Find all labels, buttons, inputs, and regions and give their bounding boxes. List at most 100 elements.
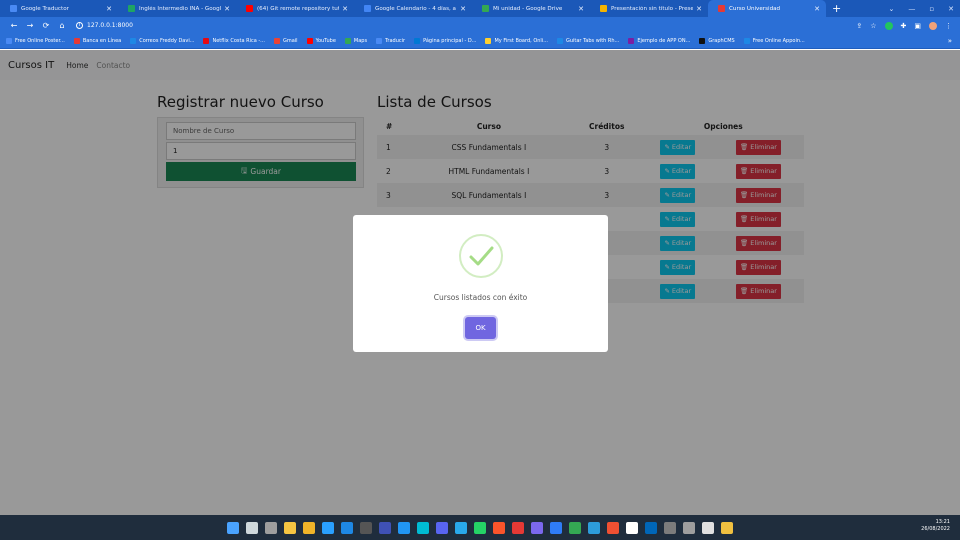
browser-tab[interactable]: Curso Universidad ✕ bbox=[708, 0, 826, 17]
bookmark-label: Guitar Tabs with Rh... bbox=[565, 38, 620, 44]
taskbar-app-icon[interactable] bbox=[379, 521, 391, 534]
restore-icon[interactable]: ▫ bbox=[929, 5, 934, 13]
bookmark-item[interactable]: Traducir bbox=[376, 38, 405, 44]
taskbar-app-icon[interactable] bbox=[531, 521, 543, 534]
address-bar[interactable]: i 127.0.0.1:8000 bbox=[76, 22, 133, 29]
bookmark-item[interactable]: Página principal - D... bbox=[414, 38, 476, 44]
taskbar-app-icon[interactable] bbox=[702, 521, 714, 534]
taskbar-app-icon[interactable] bbox=[645, 521, 657, 534]
tab-close-icon[interactable]: ✕ bbox=[224, 5, 230, 13]
ok-button[interactable]: OK bbox=[465, 317, 496, 339]
browser-toolbar: ← → ⟳ ⌂ i 127.0.0.1:8000 bbox=[0, 17, 960, 34]
browser-tab[interactable]: Mi unidad - Google Drive ✕ bbox=[472, 0, 590, 17]
taskbar-app-icon[interactable] bbox=[550, 521, 562, 534]
taskbar-app-icon[interactable] bbox=[284, 521, 296, 534]
bookmark-item[interactable]: YouTube bbox=[306, 38, 336, 44]
taskbar-app-icon[interactable] bbox=[664, 521, 676, 534]
tab-favicon-icon bbox=[718, 5, 725, 12]
bookmark-label: Maps bbox=[353, 38, 368, 44]
taskbar-app-icon[interactable] bbox=[721, 521, 733, 534]
taskbar-app-icon[interactable] bbox=[227, 521, 239, 534]
bookmark-item[interactable]: Netflix Costa Rica -... bbox=[203, 38, 265, 44]
forward-icon[interactable]: → bbox=[22, 21, 38, 30]
back-icon[interactable]: ← bbox=[6, 21, 22, 30]
bookmark-favicon-icon bbox=[556, 38, 563, 44]
reload-icon[interactable]: ⟳ bbox=[38, 21, 54, 30]
taskbar-app-icon[interactable] bbox=[246, 521, 258, 534]
taskbar-app-icon[interactable] bbox=[474, 521, 486, 534]
browser-tab[interactable]: (64) Git remote repository tutor ✕ bbox=[236, 0, 354, 17]
bookmark-favicon-icon bbox=[130, 38, 137, 44]
bookmark-label: Netflix Costa Rica -... bbox=[212, 38, 265, 44]
close-window-icon[interactable]: ✕ bbox=[948, 5, 954, 13]
bookmark-favicon-icon bbox=[6, 38, 12, 44]
browser-right-controls: ⇪ ☆ ✚ ▣ ⋮ bbox=[856, 17, 952, 34]
bookmark-favicon-icon bbox=[743, 38, 750, 44]
taskbar-app-icon[interactable] bbox=[341, 521, 353, 534]
tab-label: Curso Universidad bbox=[729, 5, 781, 12]
success-check-icon bbox=[459, 234, 503, 278]
taskbar-app-icon[interactable] bbox=[512, 521, 524, 534]
taskbar-app-icon[interactable] bbox=[265, 521, 277, 534]
share-icon[interactable]: ⇪ bbox=[856, 22, 862, 30]
taskbar-app-icon[interactable] bbox=[493, 521, 505, 534]
home-icon[interactable]: ⌂ bbox=[54, 21, 70, 30]
tab-close-icon[interactable]: ✕ bbox=[696, 5, 702, 13]
browser-tab[interactable]: Google Calendario - 4 días, a pa ✕ bbox=[354, 0, 472, 17]
bookmark-item[interactable]: GraphCMS bbox=[699, 38, 735, 44]
browser-tab[interactable]: Presentación sin título - Presen ✕ bbox=[590, 0, 708, 17]
browser-tab[interactable]: Inglés Intermedio INA - Google ✕ bbox=[118, 0, 236, 17]
bookmark-favicon-icon bbox=[414, 38, 421, 44]
bookmark-item[interactable]: Free Online Appoin... bbox=[743, 38, 805, 44]
taskbar-app-icon[interactable] bbox=[360, 521, 372, 534]
taskbar-app-icon[interactable] bbox=[607, 521, 619, 534]
bookmark-item[interactable]: Ejemplo de APP ON... bbox=[628, 38, 690, 44]
bookmark-item[interactable]: Guitar Tabs with Rh... bbox=[556, 38, 620, 44]
extension-icon[interactable] bbox=[884, 21, 893, 30]
bookmark-item[interactable]: Maps bbox=[344, 38, 368, 44]
clock-date: 26/08/2022 bbox=[921, 526, 950, 532]
taskbar-app-icon[interactable] bbox=[569, 521, 581, 534]
new-tab-button[interactable]: + bbox=[832, 2, 841, 15]
taskbar-app-icon[interactable] bbox=[398, 521, 410, 534]
bookmark-item[interactable]: Correos Freddy Davi... bbox=[130, 38, 194, 44]
bookmark-item[interactable]: Banca en Línea bbox=[73, 38, 121, 44]
bookmark-item[interactable]: My First Board, Onli... bbox=[485, 38, 548, 44]
profile-avatar[interactable] bbox=[929, 21, 937, 30]
bookmark-item[interactable]: Gmail bbox=[273, 38, 298, 44]
tab-close-icon[interactable]: ✕ bbox=[106, 5, 112, 13]
tab-favicon-icon bbox=[10, 5, 17, 12]
tab-close-icon[interactable]: ✕ bbox=[814, 5, 820, 13]
taskbar-app-icon[interactable] bbox=[436, 521, 448, 534]
taskbar-app-icon[interactable] bbox=[683, 521, 695, 534]
puzzle-icon[interactable]: ✚ bbox=[901, 22, 907, 30]
taskbar-app-icon[interactable] bbox=[626, 521, 638, 534]
bookmark-label: Correos Freddy Davi... bbox=[139, 38, 195, 44]
taskbar-app-icon[interactable] bbox=[455, 521, 467, 534]
taskbar-app-icon[interactable] bbox=[588, 521, 600, 534]
bookmarks-more-icon[interactable]: » bbox=[948, 37, 952, 45]
bookmark-star-icon[interactable]: ☆ bbox=[870, 22, 876, 30]
tab-search-icon[interactable]: ⌄ bbox=[889, 5, 895, 13]
tab-close-icon[interactable]: ✕ bbox=[460, 5, 466, 13]
tab-close-icon[interactable]: ✕ bbox=[342, 5, 348, 13]
bookmark-item[interactable]: Free Online Poster... bbox=[6, 38, 65, 44]
taskbar-clock[interactable]: 13:21 26/08/2022 bbox=[921, 519, 950, 533]
site-info-icon[interactable]: i bbox=[76, 22, 83, 29]
tab-favicon-icon bbox=[246, 5, 253, 12]
tab-label: (64) Git remote repository tutor bbox=[257, 5, 340, 12]
taskbar-app-icon[interactable] bbox=[322, 521, 334, 534]
bookmark-favicon-icon bbox=[485, 38, 492, 44]
sidebar-icon[interactable]: ▣ bbox=[914, 22, 921, 30]
tab-favicon-icon bbox=[364, 5, 371, 12]
taskbar-app-icon[interactable] bbox=[417, 521, 429, 534]
tab-close-icon[interactable]: ✕ bbox=[578, 5, 584, 13]
bookmark-favicon-icon bbox=[376, 38, 383, 44]
url-text: 127.0.0.1:8000 bbox=[87, 22, 133, 29]
browser-tab[interactable]: Google Traductor ✕ bbox=[0, 0, 118, 17]
bookmark-label: My First Board, Onli... bbox=[494, 38, 548, 44]
window-controls: ⌄ — ▫ ✕ bbox=[889, 0, 955, 17]
taskbar-app-icon[interactable] bbox=[303, 521, 315, 534]
minimize-icon[interactable]: — bbox=[908, 5, 915, 13]
menu-icon[interactable]: ⋮ bbox=[945, 22, 952, 30]
